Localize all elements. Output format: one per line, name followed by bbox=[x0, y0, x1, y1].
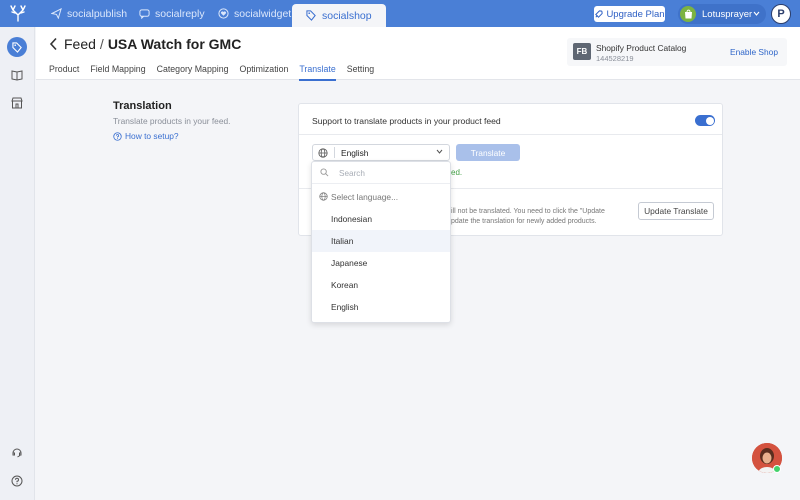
language-option-italian[interactable]: Italian bbox=[312, 230, 450, 252]
chevron-down-icon bbox=[436, 149, 443, 154]
tab-field-mapping[interactable]: Field Mapping bbox=[90, 64, 145, 81]
translate-button[interactable]: Translate bbox=[456, 144, 520, 161]
nav-socialreply[interactable]: socialreply bbox=[139, 0, 205, 27]
search-placeholder: Search bbox=[339, 169, 365, 178]
sidebar-item-support[interactable] bbox=[7, 442, 27, 462]
nav-label: socialwidget bbox=[234, 7, 292, 20]
page-title: Feed / USA Watch for GMC bbox=[64, 36, 241, 52]
online-status-dot bbox=[773, 465, 781, 473]
headset-icon bbox=[12, 448, 22, 458]
nav-label: socialreply bbox=[155, 7, 205, 20]
option-label: English bbox=[331, 302, 359, 312]
language-option-english[interactable]: English bbox=[312, 296, 450, 318]
language-search[interactable]: Search bbox=[312, 162, 450, 184]
translate-toggle[interactable] bbox=[695, 115, 715, 126]
toggle-row: Support to translate products in your pr… bbox=[299, 104, 722, 135]
nav-label: socialpublish bbox=[67, 7, 128, 20]
upgrade-label: Upgrade Plan bbox=[606, 8, 665, 20]
question-circle-icon bbox=[113, 131, 122, 141]
option-label: Japanese bbox=[331, 258, 368, 268]
option-label: Indonesian bbox=[331, 214, 372, 224]
tab-product[interactable]: Product bbox=[49, 64, 79, 81]
search-icon bbox=[320, 168, 329, 177]
tab-setting[interactable]: Setting bbox=[347, 64, 374, 81]
status-hint: ed. bbox=[451, 168, 463, 177]
breadcrumb-separator: / bbox=[99, 36, 104, 52]
profile-avatar[interactable]: P bbox=[771, 4, 791, 24]
translate-toggle-label: Support to translate products in your pr… bbox=[312, 116, 501, 126]
select-language-option[interactable]: Select language... bbox=[312, 186, 450, 208]
sidebar-item-help[interactable] bbox=[7, 471, 27, 491]
sidebar-item-catalog[interactable] bbox=[7, 65, 27, 85]
tab-category-mapping[interactable]: Category Mapping bbox=[157, 64, 229, 81]
option-label: Korean bbox=[331, 280, 359, 290]
update-note: ill not be translated. You need to click… bbox=[451, 207, 626, 227]
how-to-setup-link[interactable]: How to setup? bbox=[113, 131, 179, 141]
globe-icon bbox=[319, 192, 328, 201]
top-bar: socialpublish socialreply socialwidget s… bbox=[0, 0, 800, 27]
book-icon bbox=[11, 70, 23, 81]
sidebar-item-store[interactable] bbox=[7, 93, 27, 113]
fb-badge: FB bbox=[573, 43, 591, 60]
tag-icon bbox=[11, 41, 22, 53]
sidebar-item-feed[interactable] bbox=[7, 37, 27, 57]
nav-label: socialshop bbox=[322, 9, 372, 22]
tab-optimization[interactable]: Optimization bbox=[239, 64, 288, 81]
enable-shop-link[interactable]: Enable Shop bbox=[730, 47, 778, 57]
language-select[interactable]: English bbox=[312, 144, 450, 161]
upgrade-plan-button[interactable]: Upgrade Plan bbox=[594, 6, 665, 22]
heart-icon bbox=[218, 8, 229, 19]
update-note-line: pdate the translation for newly added pr… bbox=[451, 218, 597, 225]
tab-bar: Product Field Mapping Category Mapping O… bbox=[49, 64, 385, 81]
language-dropdown: Search Select language... Indonesian Ita… bbox=[311, 161, 451, 323]
language-option-japanese[interactable]: Japanese bbox=[312, 252, 450, 274]
globe-icon bbox=[318, 148, 328, 158]
chevron-down-icon bbox=[753, 11, 760, 16]
nav-socialpublish[interactable]: socialpublish bbox=[51, 0, 127, 27]
tab-translate[interactable]: Translate bbox=[299, 64, 336, 81]
option-label: Select language... bbox=[331, 192, 399, 202]
nav-socialshop[interactable]: socialshop bbox=[292, 4, 386, 27]
catalog-name: Shopify Product Catalog bbox=[596, 43, 687, 53]
rocket-icon bbox=[595, 9, 604, 18]
section-title: Translation bbox=[113, 100, 172, 112]
update-note-line: ill not be translated. You need to click… bbox=[451, 208, 605, 215]
language-option-korean[interactable]: Korean bbox=[312, 274, 450, 296]
section-description: Translate products in your feed. bbox=[113, 116, 231, 126]
user-name: Lotusprayer bbox=[702, 8, 753, 20]
user-menu[interactable]: Lotusprayer bbox=[678, 4, 766, 24]
catalog-id: 144528219 bbox=[596, 54, 634, 63]
page-header: Feed / USA Watch for GMC Product Field Map… bbox=[36, 27, 800, 81]
antlers-logo-icon[interactable] bbox=[8, 4, 28, 24]
send-icon bbox=[51, 8, 62, 19]
chevron-left-icon[interactable] bbox=[49, 37, 59, 51]
catalog-card: FB Shopify Product Catalog 144528219 Ena… bbox=[567, 38, 787, 66]
option-label: Italian bbox=[331, 236, 354, 246]
how-to-setup-label: How to setup? bbox=[125, 131, 179, 141]
sidebar bbox=[0, 27, 35, 500]
store-icon bbox=[11, 97, 23, 109]
question-circle-icon bbox=[11, 475, 23, 487]
breadcrumb-feed[interactable]: Feed bbox=[64, 36, 96, 52]
update-translate-button[interactable]: Update Translate bbox=[638, 202, 714, 220]
tag-icon bbox=[306, 10, 316, 21]
chat-icon bbox=[139, 9, 150, 19]
selected-language: English bbox=[341, 148, 369, 158]
select-divider bbox=[334, 147, 335, 158]
nav-socialwidget[interactable]: socialwidget bbox=[218, 0, 291, 27]
shopify-bag-icon bbox=[680, 6, 696, 22]
language-option-indonesian[interactable]: Indonesian bbox=[312, 208, 450, 230]
feed-name: USA Watch for GMC bbox=[107, 36, 242, 52]
